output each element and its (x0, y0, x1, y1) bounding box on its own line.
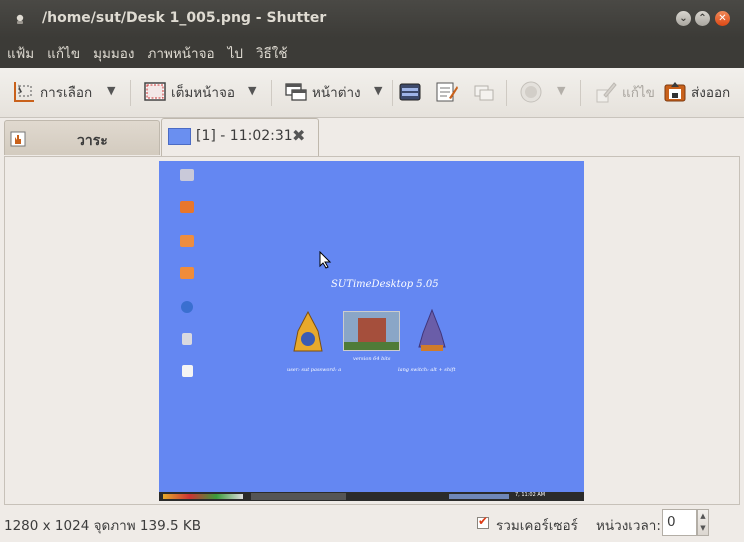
university-emblem-right (418, 309, 446, 351)
fullscreen-button[interactable]: เต็มหน้าจอ (143, 78, 235, 106)
toolbar: การเลือก ▼ เต็มหน้าจอ ▼ หน้าต่าง ▼ ▼ แก้… (0, 68, 744, 118)
menu-bar: แฟ้ม แก้ไข มุมมอง ภาพหน้าจอ ไป วิธีใช้ (0, 38, 744, 68)
tab-close-icon[interactable]: ✖ (292, 126, 305, 145)
tooltip-capture-button[interactable] (435, 78, 459, 106)
desktop-clock: 7, 11:02 AM (515, 492, 546, 498)
menu-screenshot[interactable]: ภาพหน้าจอ (147, 42, 214, 64)
desktop-version: version 64 bits (353, 356, 391, 362)
menu-view[interactable]: มุมมอง (93, 42, 134, 64)
desktop-icon-folder (167, 267, 207, 280)
title-bar: /home/sut/Desk 1_005.png - Shutter ⌄ ⌃ ✕ (0, 0, 744, 38)
minimize-button[interactable]: ⌄ (676, 11, 691, 26)
tab-screenshot-label: [1] - 11:02:31 (196, 128, 293, 144)
selection-dropdown-arrow[interactable]: ▼ (107, 84, 115, 97)
fullscreen-label: เต็มหน้าจอ (171, 85, 236, 101)
edit-icon (596, 82, 617, 103)
building-photo (343, 311, 400, 351)
maximize-icon: ⌃ (698, 12, 707, 24)
checkmark-icon: ✔ (478, 514, 489, 528)
fullscreen-icon (144, 82, 166, 101)
app-icon (16, 14, 24, 24)
close-icon: ✕ (718, 12, 727, 24)
university-emblem-left (293, 311, 323, 352)
desktop-icon-home (167, 201, 207, 214)
desktop-icon-info (167, 301, 207, 314)
tab-thumbnail (168, 128, 191, 145)
tab-session[interactable]: วาระ (4, 120, 160, 155)
close-button[interactable]: ✕ (715, 11, 730, 26)
desktop-lang-switch: lang switch: alt + shift (398, 367, 456, 373)
tooltip-capture-icon (436, 82, 458, 102)
web-capture-button[interactable] (472, 78, 496, 106)
toolbar-separator (130, 80, 131, 106)
selection-label: การเลือก (40, 85, 93, 101)
include-cursor-label[interactable]: รวมเคอร์เซอร์ (496, 514, 578, 536)
fullscreen-dropdown-arrow[interactable]: ▼ (248, 84, 256, 97)
edit-label: แก้ไข (622, 85, 655, 101)
tab-session-label: วาระ (77, 133, 108, 149)
desktop-user-info: user: sut password: a (287, 367, 342, 373)
window-dropdown-arrow[interactable]: ▼ (374, 84, 382, 97)
web-capture-icon (474, 85, 494, 101)
image-info: 1280 x 1024 จุดภาพ 139.5 KB (4, 518, 201, 534)
desktop-taskbar: 7, 11:02 AM (159, 492, 584, 501)
globe-icon (520, 81, 542, 103)
menu-edit[interactable]: แก้ไข (47, 42, 80, 64)
mouse-cursor-icon (319, 251, 332, 269)
desktop-icon-computer (167, 169, 207, 182)
menu-help[interactable]: วิธีใช้ (256, 42, 288, 64)
menu-capture-button[interactable] (398, 78, 422, 106)
menu-file[interactable]: แฟ้ม (7, 42, 34, 64)
session-icon (10, 131, 26, 147)
tab-bar: วาระ [1] - 11:02:31 ✖ (0, 118, 744, 157)
window-title: /home/sut/Desk 1_005.png - Shutter (42, 10, 327, 26)
window-label: หน้าต่าง (312, 85, 361, 101)
edit-button[interactable]: แก้ไข (594, 78, 655, 106)
include-cursor-checkbox[interactable]: ✔ (477, 514, 489, 529)
screenshot-image: SUTimeDesktop 5.05 version 64 bits user:… (159, 161, 584, 501)
export-button[interactable]: ส่งออก (663, 78, 730, 106)
delay-label: หน่วงเวลา: (596, 518, 661, 534)
desktop-banner: SUTimeDesktop 5.05 (331, 279, 439, 290)
desktop-icon-trash (167, 333, 207, 346)
export-icon (664, 82, 686, 102)
delay-spin-buttons[interactable]: ▲ ▼ (697, 509, 709, 536)
window-icon (285, 83, 307, 101)
selection-icon (14, 82, 34, 102)
minimize-icon: ⌄ (679, 12, 688, 24)
toolbar-separator (392, 80, 393, 106)
toolbar-separator (580, 80, 581, 106)
toolbar-separator (271, 80, 272, 106)
spin-down-icon[interactable]: ▼ (700, 524, 705, 532)
status-bar: 1280 x 1024 จุดภาพ 139.5 KB ✔ รวมเคอร์เซ… (0, 505, 744, 542)
window-button[interactable]: หน้าต่าง (284, 78, 361, 106)
selection-button[interactable]: การเลือก (12, 78, 92, 106)
menu-go[interactable]: ไป (228, 42, 243, 64)
tab-screenshot[interactable]: [1] - 11:02:31 ✖ (161, 118, 319, 157)
maximize-button[interactable]: ⌃ (695, 11, 710, 26)
delay-spinbox[interactable]: 0 (662, 509, 697, 536)
globe-button[interactable] (519, 78, 543, 106)
spin-up-icon[interactable]: ▲ (700, 512, 705, 520)
toolbar-separator (506, 80, 507, 106)
desktop-icon-file (167, 365, 207, 378)
desktop-icon-software (167, 235, 207, 248)
export-label: ส่งออก (691, 85, 731, 101)
menu-capture-icon (399, 83, 421, 101)
globe-dropdown-arrow[interactable]: ▼ (557, 84, 565, 97)
